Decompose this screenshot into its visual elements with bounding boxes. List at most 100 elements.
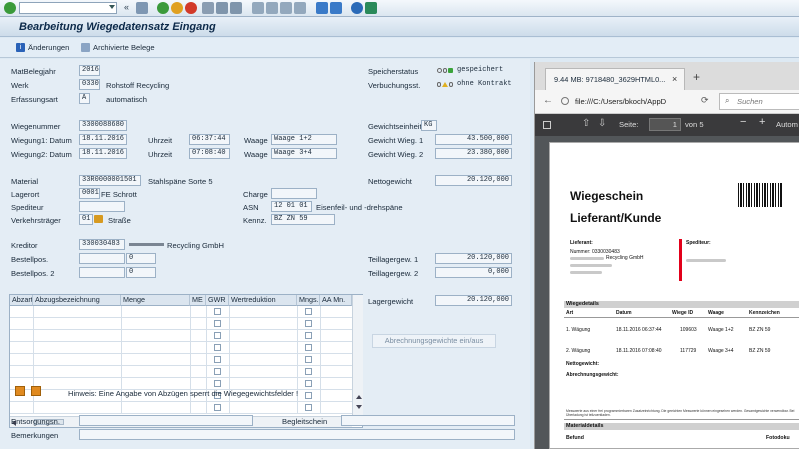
changes-button[interactable]: i Änderungen: [16, 43, 69, 52]
mngs-checkbox[interactable]: [305, 344, 312, 351]
first-page-icon[interactable]: [252, 2, 264, 14]
shortcut-icon[interactable]: [330, 2, 342, 14]
wiegenummer-field[interactable]: 3300088680: [79, 120, 127, 131]
new-session-icon[interactable]: [316, 2, 328, 14]
gwr-checkbox[interactable]: [214, 344, 221, 351]
wiegung2-date[interactable]: 18.11.2016: [79, 148, 127, 159]
waage1-field[interactable]: Waage 1+2: [271, 134, 337, 145]
mngs-checkbox[interactable]: [305, 380, 312, 387]
back-arrow-icon[interactable]: ←: [543, 95, 553, 106]
archived-button[interactable]: Archivierte Belege: [81, 43, 155, 52]
col-abzugsbezeichnung[interactable]: Abzugsbezeichnung: [33, 295, 121, 306]
teillager2-field[interactable]: 0,000: [435, 267, 512, 278]
search-box[interactable]: ⌕ Suchen: [719, 93, 799, 110]
command-dropdown-icon[interactable]: [109, 5, 115, 9]
col-me[interactable]: ME: [190, 295, 206, 306]
bestellpos1-item[interactable]: 0: [126, 253, 156, 264]
bestellpos2-field[interactable]: [79, 267, 125, 278]
reload-icon[interactable]: ⟳: [701, 95, 709, 106]
table-row[interactable]: [10, 330, 353, 342]
verkehrstraeger-field[interactable]: 01: [79, 214, 93, 225]
gwr-checkbox[interactable]: [214, 308, 221, 315]
gewicht1-field[interactable]: 43.500,000: [435, 134, 512, 145]
scroll-down-icon[interactable]: [356, 405, 362, 409]
begleitschein-field[interactable]: [341, 415, 515, 426]
mngs-checkbox[interactable]: [305, 368, 312, 375]
command-field[interactable]: [19, 2, 117, 14]
gwr-checkbox[interactable]: [214, 356, 221, 363]
zoom-out-icon[interactable]: −: [740, 116, 746, 128]
print-icon[interactable]: [202, 2, 214, 14]
find-icon[interactable]: [216, 2, 228, 14]
prev-page-arrow-icon[interactable]: ⇧: [582, 118, 590, 129]
next-page-arrow-icon[interactable]: ⇩: [598, 118, 606, 129]
browser-tab[interactable]: 9.44 MB: 9718480_3629HTML0... ×: [545, 68, 685, 90]
table-row[interactable]: [10, 306, 353, 318]
gwr-checkbox[interactable]: [214, 320, 221, 327]
gwr-checkbox[interactable]: [214, 380, 221, 387]
abrechnungsgewichte-button[interactable]: Abrechnungsgewichte ein/aus: [372, 334, 496, 348]
kreditor-field[interactable]: 330030483: [79, 239, 125, 250]
waage2-field[interactable]: Waage 3+4: [271, 148, 337, 159]
kennz-field[interactable]: BZ ZN 59: [271, 214, 335, 225]
col-menge[interactable]: Menge: [121, 295, 190, 306]
vertical-scrollbar[interactable]: [352, 295, 363, 415]
col-abzart[interactable]: Abzart: [10, 295, 33, 306]
gwr-checkbox[interactable]: [214, 332, 221, 339]
table-row[interactable]: [10, 354, 353, 366]
mngs-checkbox[interactable]: [305, 308, 312, 315]
gewicht2-field[interactable]: 23.380,000: [435, 148, 512, 159]
new-tab-icon[interactable]: +: [693, 70, 700, 84]
table-export-icon[interactable]: [31, 386, 41, 396]
col-aamn[interactable]: AA Mn.: [320, 295, 352, 306]
last-page-icon[interactable]: [294, 2, 306, 14]
layout-icon[interactable]: [365, 2, 377, 14]
table-row[interactable]: [10, 402, 353, 414]
cancel-icon[interactable]: [185, 2, 197, 14]
sidebar-toggle-icon[interactable]: [543, 121, 551, 129]
wiegung1-time[interactable]: 06:37:44: [189, 134, 230, 145]
gwr-checkbox[interactable]: [214, 404, 221, 411]
table-settings-icon[interactable]: [15, 386, 25, 396]
url-field[interactable]: file:///C:/Users/bkoch/AppD: [575, 97, 666, 106]
werk-field[interactable]: 0330: [79, 79, 100, 90]
charge-field[interactable]: [271, 188, 317, 199]
matbelegjahr-field[interactable]: 2016: [79, 65, 100, 76]
teillager1-field[interactable]: 20.120,000: [435, 253, 512, 264]
back-icon[interactable]: [157, 2, 169, 14]
history-icon[interactable]: «: [124, 2, 129, 12]
scroll-up-icon[interactable]: [356, 395, 362, 399]
mngs-checkbox[interactable]: [305, 320, 312, 327]
lagergewicht-field[interactable]: 20.120,000: [435, 295, 512, 306]
asn-field[interactable]: 12 01 01: [271, 201, 312, 212]
page-number-input[interactable]: 1: [649, 118, 681, 131]
entsorgung-field[interactable]: [79, 415, 253, 426]
exit-icon[interactable]: [171, 2, 183, 14]
wiegung1-date[interactable]: 18.11.2016: [79, 134, 127, 145]
find-next-icon[interactable]: [230, 2, 242, 14]
col-gwr[interactable]: GWR: [206, 295, 229, 306]
tab-close-icon[interactable]: ×: [672, 74, 677, 84]
mngs-checkbox[interactable]: [305, 404, 312, 411]
erfassungsart-field[interactable]: A: [79, 93, 90, 104]
material-field[interactable]: 33R0000001501: [79, 175, 141, 186]
zoom-in-icon[interactable]: +: [759, 116, 765, 128]
table-row[interactable]: [10, 318, 353, 330]
prev-page-icon[interactable]: [266, 2, 278, 14]
enter-icon[interactable]: [4, 2, 16, 14]
gwr-checkbox[interactable]: [214, 368, 221, 375]
col-wertreduktion[interactable]: Wertreduktion: [229, 295, 297, 306]
table-row[interactable]: [10, 366, 353, 378]
next-page-icon[interactable]: [280, 2, 292, 14]
col-mngs[interactable]: Mngs.: [297, 295, 320, 306]
help-icon[interactable]: [351, 2, 363, 14]
gewichtseinheit-field[interactable]: KG: [421, 120, 437, 131]
bemerkungen-field[interactable]: [79, 429, 515, 440]
nettogewicht-field[interactable]: 20.120,000: [435, 175, 512, 186]
mngs-checkbox[interactable]: [305, 392, 312, 399]
mngs-checkbox[interactable]: [305, 356, 312, 363]
spediteur-field[interactable]: [79, 201, 125, 212]
lagerort-field[interactable]: 0001: [79, 188, 100, 199]
bestellpos2-item[interactable]: 0: [126, 267, 156, 278]
table-row[interactable]: [10, 342, 353, 354]
